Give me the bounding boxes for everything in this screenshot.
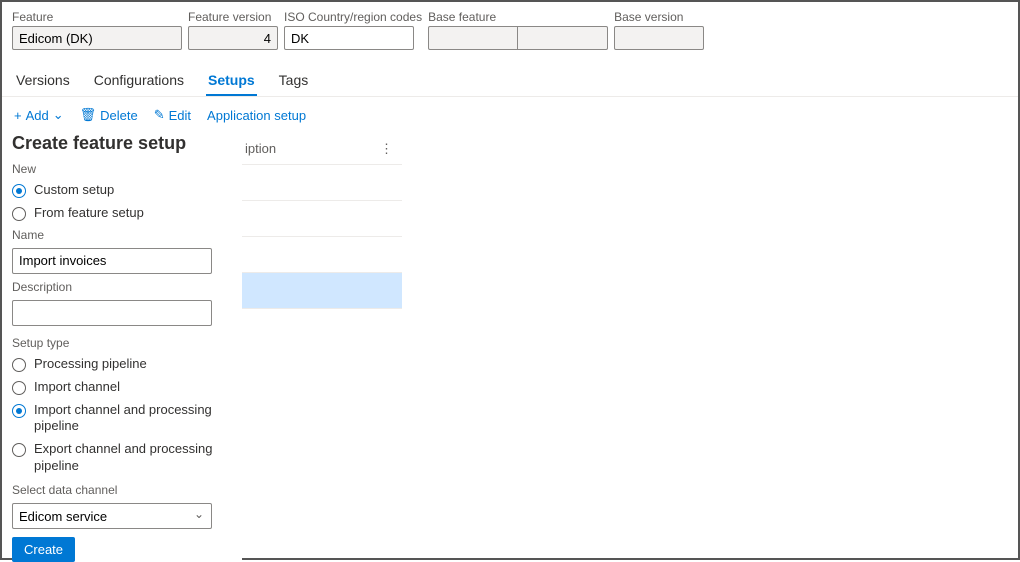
base-version-input[interactable] <box>614 26 704 50</box>
app-setup-label: Application setup <box>207 108 306 123</box>
description-label: Description <box>12 280 232 294</box>
select-data-channel[interactable]: ⌄ <box>12 501 212 529</box>
radio-icon <box>12 184 26 198</box>
edit-label: Edit <box>169 108 191 123</box>
pencil-icon: ✎ <box>154 107 165 123</box>
application-setup-button[interactable]: Application setup <box>207 108 306 123</box>
table-row[interactable] <box>237 165 402 201</box>
name-label: Name <box>12 228 232 242</box>
plus-icon: + <box>14 108 22 123</box>
add-button[interactable]: + Add ⌄ <box>14 107 64 123</box>
radio-import-channel[interactable]: Import channel <box>12 379 232 396</box>
create-feature-setup-panel: Create feature setup New Custom setup Fr… <box>12 133 242 562</box>
radio-from-label: From feature setup <box>34 205 144 222</box>
create-button-label: Create <box>24 542 63 557</box>
feature-version-input[interactable] <box>188 26 278 50</box>
tab-configurations[interactable]: Configurations <box>92 66 186 96</box>
tab-versions[interactable]: Versions <box>14 66 72 96</box>
radio-processing-pipeline[interactable]: Processing pipeline <box>12 356 232 373</box>
delete-button[interactable]: 🗑 Delete <box>80 107 138 123</box>
table-header: iption ⋮ <box>237 133 402 165</box>
header-fields: Feature Feature version ISO Country/regi… <box>2 2 1018 60</box>
chevron-down-icon: ⌄ <box>53 107 64 123</box>
table-row[interactable] <box>237 237 402 273</box>
base-feature-label: Base feature <box>428 10 608 24</box>
radio-icon <box>12 404 26 418</box>
setup-table: iption ⋮ <box>237 133 402 309</box>
select-data-channel-label: Select data channel <box>12 483 232 497</box>
feature-input[interactable] <box>12 26 182 50</box>
radio-processing-label: Processing pipeline <box>34 356 147 373</box>
tab-setups[interactable]: Setups <box>206 66 257 96</box>
radio-import-proc-label: Import channel and processing pipeline <box>34 402 232 436</box>
trash-icon: 🗑 <box>80 107 97 123</box>
new-section-label: New <box>12 162 232 176</box>
radio-import-channel-processing[interactable]: Import channel and processing pipeline <box>12 402 232 436</box>
radio-custom-label: Custom setup <box>34 182 114 199</box>
base-feature-input-1[interactable] <box>428 26 518 50</box>
setup-type-label: Setup type <box>12 336 232 350</box>
table-row[interactable] <box>237 273 402 309</box>
select-data-channel-input[interactable] <box>12 503 212 529</box>
radio-import-label: Import channel <box>34 379 120 396</box>
radio-custom-setup[interactable]: Custom setup <box>12 182 232 199</box>
edit-button[interactable]: ✎ Edit <box>154 107 191 123</box>
more-icon[interactable]: ⋮ <box>380 141 394 157</box>
description-input[interactable] <box>12 300 212 326</box>
radio-export-proc-label: Export channel and processing pipeline <box>34 441 232 475</box>
base-version-label: Base version <box>614 10 704 24</box>
radio-icon <box>12 207 26 221</box>
add-label: Add <box>26 108 49 123</box>
radio-icon <box>12 443 26 457</box>
iso-input[interactable] <box>284 26 414 50</box>
table-row[interactable] <box>237 201 402 237</box>
feature-label: Feature <box>12 10 182 24</box>
create-button[interactable]: Create <box>12 537 75 562</box>
iso-label: ISO Country/region codes <box>284 10 422 24</box>
panel-title: Create feature setup <box>12 133 232 154</box>
base-feature-input-2[interactable] <box>518 26 608 50</box>
radio-export-channel-processing[interactable]: Export channel and processing pipeline <box>12 441 232 475</box>
delete-label: Delete <box>100 108 138 123</box>
radio-icon <box>12 381 26 395</box>
name-input[interactable] <box>12 248 212 274</box>
col-description: iption <box>245 141 276 156</box>
radio-icon <box>12 358 26 372</box>
radio-from-feature-setup[interactable]: From feature setup <box>12 205 232 222</box>
feature-version-label: Feature version <box>188 10 278 24</box>
tabs: Versions Configurations Setups Tags <box>2 60 1018 97</box>
tab-tags[interactable]: Tags <box>277 66 311 96</box>
toolbar: + Add ⌄ 🗑 Delete ✎ Edit Application setu… <box>2 97 1018 133</box>
